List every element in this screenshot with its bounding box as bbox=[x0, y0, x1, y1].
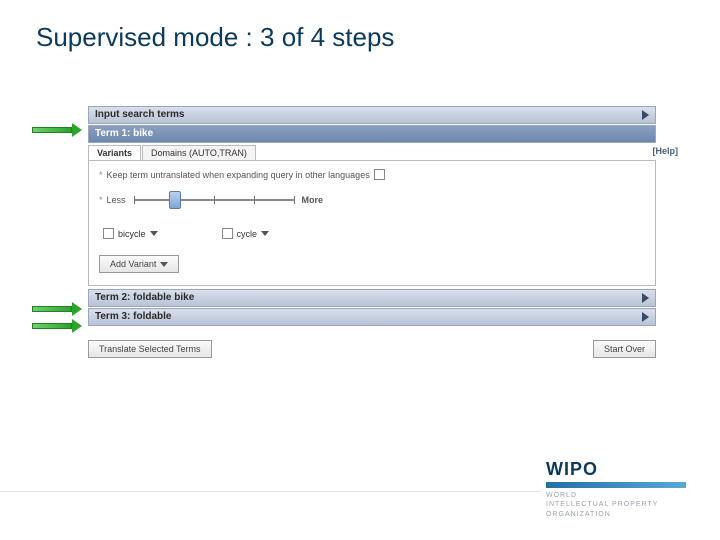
chevron-down-icon[interactable] bbox=[261, 231, 269, 236]
term1-label: Term 1: bike bbox=[95, 126, 153, 142]
variants-content: * Keep term untranslated when expanding … bbox=[88, 160, 656, 286]
add-variant-label: Add Variant bbox=[110, 259, 156, 269]
tabs-row: Variants Domains (AUTO,TRAN) [Help] bbox=[88, 145, 656, 160]
pointer-arrow-term2 bbox=[32, 303, 80, 315]
keep-untranslated-row: * Keep term untranslated when expanding … bbox=[99, 169, 645, 180]
variant-cycle: cycle bbox=[218, 228, 270, 239]
chevron-down-icon bbox=[160, 262, 168, 267]
variant-bicycle-checkbox[interactable] bbox=[103, 228, 114, 239]
term1-bar[interactable]: Term 1: bike bbox=[88, 125, 656, 143]
slider-more-label: More bbox=[302, 195, 324, 205]
variant-cycle-checkbox[interactable] bbox=[222, 228, 233, 239]
keep-untranslated-label: Keep term untranslated when expanding qu… bbox=[107, 170, 370, 180]
term3-label: Term 3: foldable bbox=[95, 309, 172, 325]
term2-label: Term 2: foldable bike bbox=[95, 290, 194, 306]
translate-selected-button[interactable]: Translate Selected Terms bbox=[88, 340, 212, 358]
add-variant-button[interactable]: Add Variant bbox=[99, 255, 179, 273]
chevron-right-icon bbox=[642, 312, 649, 322]
tab-variants[interactable]: Variants bbox=[88, 145, 141, 160]
main-panel: Input search terms Term 1: bike Variants… bbox=[88, 106, 656, 358]
footer-actions: Translate Selected Terms Start Over bbox=[88, 340, 656, 358]
wipo-logo: WIPO WORLD INTELLECTUAL PROPERTY ORGANIZ… bbox=[546, 459, 686, 520]
wipo-sub2: INTELLECTUAL PROPERTY bbox=[546, 500, 686, 510]
chevron-right-icon bbox=[642, 110, 649, 120]
variants-list: bicycle cycle bbox=[99, 228, 645, 239]
variant-bicycle: bicycle bbox=[99, 228, 158, 239]
term2-bar[interactable]: Term 2: foldable bike bbox=[88, 289, 656, 307]
chevron-down-icon[interactable] bbox=[150, 231, 158, 236]
chevron-right-icon bbox=[642, 293, 649, 303]
wipo-sub3: ORGANIZATION bbox=[546, 510, 686, 520]
start-over-button[interactable]: Start Over bbox=[593, 340, 656, 358]
pointer-arrow-term1 bbox=[32, 124, 80, 136]
term3-bar[interactable]: Term 3: foldable bbox=[88, 308, 656, 326]
variant-bicycle-label: bicycle bbox=[118, 229, 146, 239]
wipo-name: WIPO bbox=[546, 459, 686, 480]
input-search-terms-label: Input search terms bbox=[95, 107, 184, 123]
page-title: Supervised mode : 3 of 4 steps bbox=[36, 22, 394, 53]
tab-domains[interactable]: Domains (AUTO,TRAN) bbox=[142, 145, 256, 160]
variants-slider[interactable] bbox=[134, 190, 294, 210]
wipo-sub1: WORLD bbox=[546, 491, 686, 501]
variant-cycle-label: cycle bbox=[237, 229, 258, 239]
slider-less-label: Less bbox=[107, 195, 126, 205]
pointer-arrow-term3 bbox=[32, 320, 80, 332]
variants-slider-row: * Less More bbox=[99, 190, 645, 210]
input-search-terms-bar[interactable]: Input search terms bbox=[88, 106, 656, 124]
divider bbox=[0, 491, 540, 492]
wipo-bar-icon bbox=[546, 482, 686, 488]
required-star-icon: * bbox=[99, 195, 103, 205]
keep-untranslated-checkbox[interactable] bbox=[374, 169, 385, 180]
required-star-icon: * bbox=[99, 170, 103, 180]
help-link[interactable]: [Help] bbox=[653, 146, 679, 156]
